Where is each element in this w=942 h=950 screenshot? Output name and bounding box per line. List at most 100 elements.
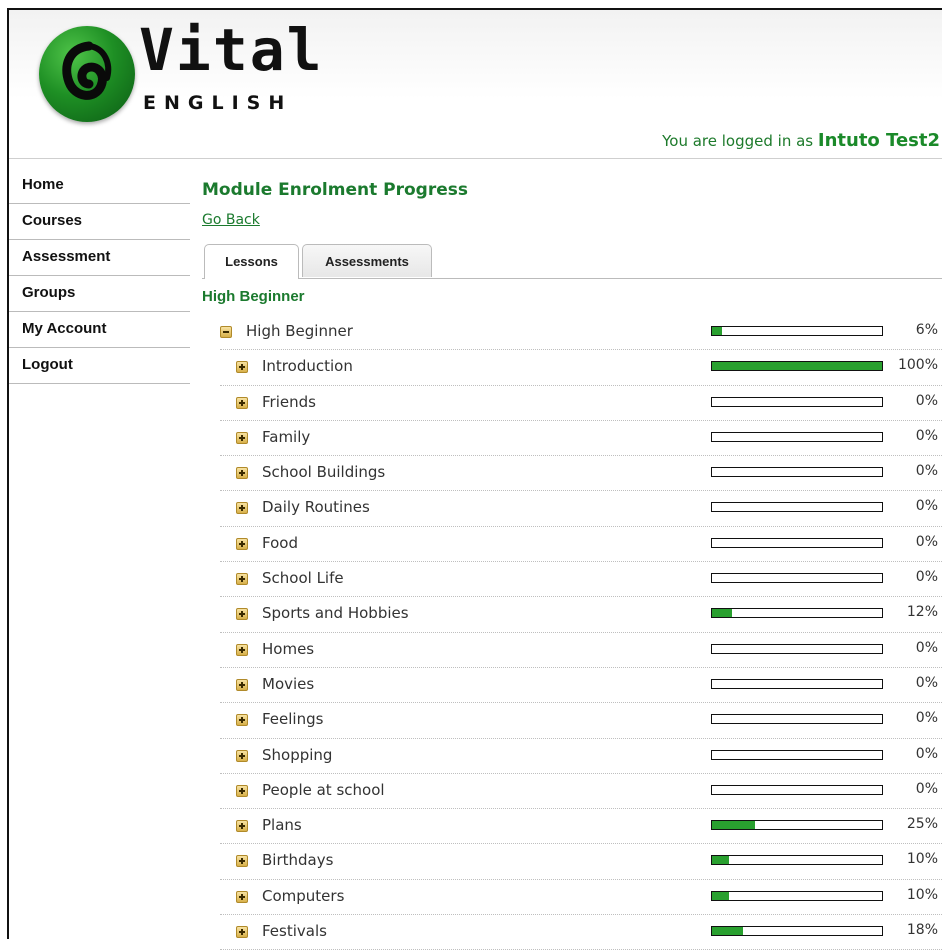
expand-icon[interactable] — [236, 608, 248, 621]
progress-bar — [711, 714, 883, 725]
expand-icon[interactable] — [236, 890, 248, 903]
progress-percent: 0% — [915, 463, 938, 480]
expand-icon[interactable] — [236, 431, 248, 444]
lesson-label: School Life — [262, 569, 344, 588]
lesson-row[interactable]: Birthdays 10% — [220, 844, 942, 880]
progress-percent: 0% — [915, 745, 938, 762]
progress-percent: 100% — [897, 357, 938, 374]
progress-bar-fill — [712, 821, 755, 830]
progress-bar — [711, 749, 883, 760]
lesson-row[interactable]: Feelings 0% — [220, 703, 942, 739]
collapse-icon[interactable] — [220, 326, 232, 338]
expand-icon[interactable] — [236, 361, 248, 374]
progress-bar-fill — [712, 856, 729, 865]
lesson-label: Family — [262, 427, 311, 446]
expand-icon[interactable] — [236, 573, 248, 586]
sidebar-nav: Home Courses Assessment Groups My Accoun… — [9, 170, 190, 384]
lesson-row[interactable]: Computers 10% — [220, 880, 942, 916]
progress-percent: 0% — [915, 569, 938, 586]
progress-bar — [711, 396, 883, 407]
lesson-row[interactable]: Sports and Hobbies 12% — [220, 597, 942, 633]
expand-icon[interactable] — [236, 749, 248, 762]
lesson-row[interactable]: Daily Routines 0% — [220, 491, 942, 527]
progress-bar — [711, 537, 883, 548]
progress-bar — [711, 431, 883, 442]
nav-item-home[interactable]: Home — [9, 170, 190, 204]
expand-icon[interactable] — [236, 467, 248, 480]
progress-percent: 0% — [915, 780, 938, 797]
progress-percent: 10% — [906, 886, 938, 903]
lesson-row[interactable]: Shopping 0% — [220, 739, 942, 774]
progress-percent: 0% — [915, 639, 938, 656]
lesson-label: School Buildings — [262, 463, 386, 482]
lesson-label: Sports and Hobbies — [262, 604, 409, 623]
lesson-row[interactable]: Homes 0% — [220, 633, 942, 668]
progress-bar — [711, 467, 883, 478]
logged-in-user-name: Intuto Test2 — [817, 130, 940, 151]
lesson-row[interactable]: Festivals 18% — [220, 915, 942, 950]
progress-bar — [711, 361, 883, 372]
expand-icon[interactable] — [236, 820, 248, 833]
progress-percent: 6% — [915, 322, 938, 338]
lesson-row[interactable]: School Life 0% — [220, 562, 942, 598]
lesson-label: People at school — [262, 780, 385, 799]
lesson-progress-list: High Beginner 6% Introduction 100% Friends 0%… — [220, 315, 942, 950]
lesson-label: Food — [262, 533, 298, 552]
nav-item-assessment[interactable]: Assessment — [9, 240, 190, 276]
expand-icon[interactable] — [236, 855, 248, 868]
progress-percent: 10% — [906, 851, 938, 868]
progress-bar-fill — [712, 327, 723, 335]
nav-item-groups[interactable]: Groups — [9, 276, 190, 312]
lesson-row[interactable]: High Beginner 6% — [220, 315, 942, 351]
lesson-label: Feelings — [262, 710, 324, 729]
progress-bar — [711, 926, 883, 937]
progress-bar — [711, 643, 883, 654]
progress-bar — [711, 784, 883, 795]
lesson-label: High Beginner — [246, 322, 353, 340]
tab-assessments[interactable]: Assessments — [302, 244, 432, 277]
tab-lessons[interactable]: Lessons — [204, 244, 299, 279]
expand-icon[interactable] — [236, 714, 248, 727]
lesson-row[interactable]: Movies 0% — [220, 668, 942, 704]
progress-bar-fill — [712, 891, 729, 900]
progress-percent: 12% — [906, 604, 938, 621]
expand-icon[interactable] — [236, 396, 248, 409]
progress-bar-fill — [712, 609, 733, 618]
progress-bar — [711, 608, 883, 619]
lesson-label: Plans — [262, 816, 302, 835]
progress-percent: 0% — [915, 498, 938, 515]
lesson-row[interactable]: School Buildings 0% — [220, 456, 942, 492]
lesson-row[interactable]: Introduction 100% — [220, 350, 942, 386]
expand-icon[interactable] — [236, 926, 248, 939]
site-header: Vital ENGLISH You are logged in as Intut… — [9, 10, 942, 159]
login-status: You are logged in as Intuto Test2 — [662, 130, 940, 151]
page-title: Module Enrolment Progress — [202, 180, 468, 200]
expand-icon[interactable] — [236, 678, 248, 691]
progress-percent: 0% — [915, 674, 938, 691]
lesson-label: Homes — [262, 639, 315, 658]
lesson-label: Friends — [262, 392, 316, 411]
lesson-label: Computers — [262, 886, 345, 905]
progress-percent: 0% — [915, 427, 938, 444]
lesson-row[interactable]: Plans 25% — [220, 809, 942, 845]
vital-english-logo[interactable]: Vital ENGLISH — [39, 16, 322, 132]
progress-bar-fill — [712, 362, 882, 371]
lesson-row[interactable]: Family 0% — [220, 421, 942, 457]
progress-percent: 25% — [906, 816, 938, 833]
nav-item-my-account[interactable]: My Account — [9, 312, 190, 348]
nav-item-courses[interactable]: Courses — [9, 204, 190, 240]
lesson-row[interactable]: Food 0% — [220, 527, 942, 563]
expand-icon[interactable] — [236, 537, 248, 550]
progress-percent: 0% — [915, 533, 938, 550]
nav-item-logout[interactable]: Logout — [9, 348, 190, 384]
lesson-row[interactable]: People at school 0% — [220, 774, 942, 810]
lesson-row[interactable]: Friends 0% — [220, 386, 942, 421]
progress-bar — [711, 573, 883, 584]
lesson-label: Introduction — [262, 357, 353, 376]
expand-icon[interactable] — [236, 784, 248, 797]
expand-icon[interactable] — [236, 643, 248, 656]
expand-icon[interactable] — [236, 502, 248, 515]
lesson-label: Shopping — [262, 745, 333, 764]
progress-percent: 0% — [915, 392, 938, 409]
go-back-link[interactable]: Go Back — [202, 212, 260, 228]
